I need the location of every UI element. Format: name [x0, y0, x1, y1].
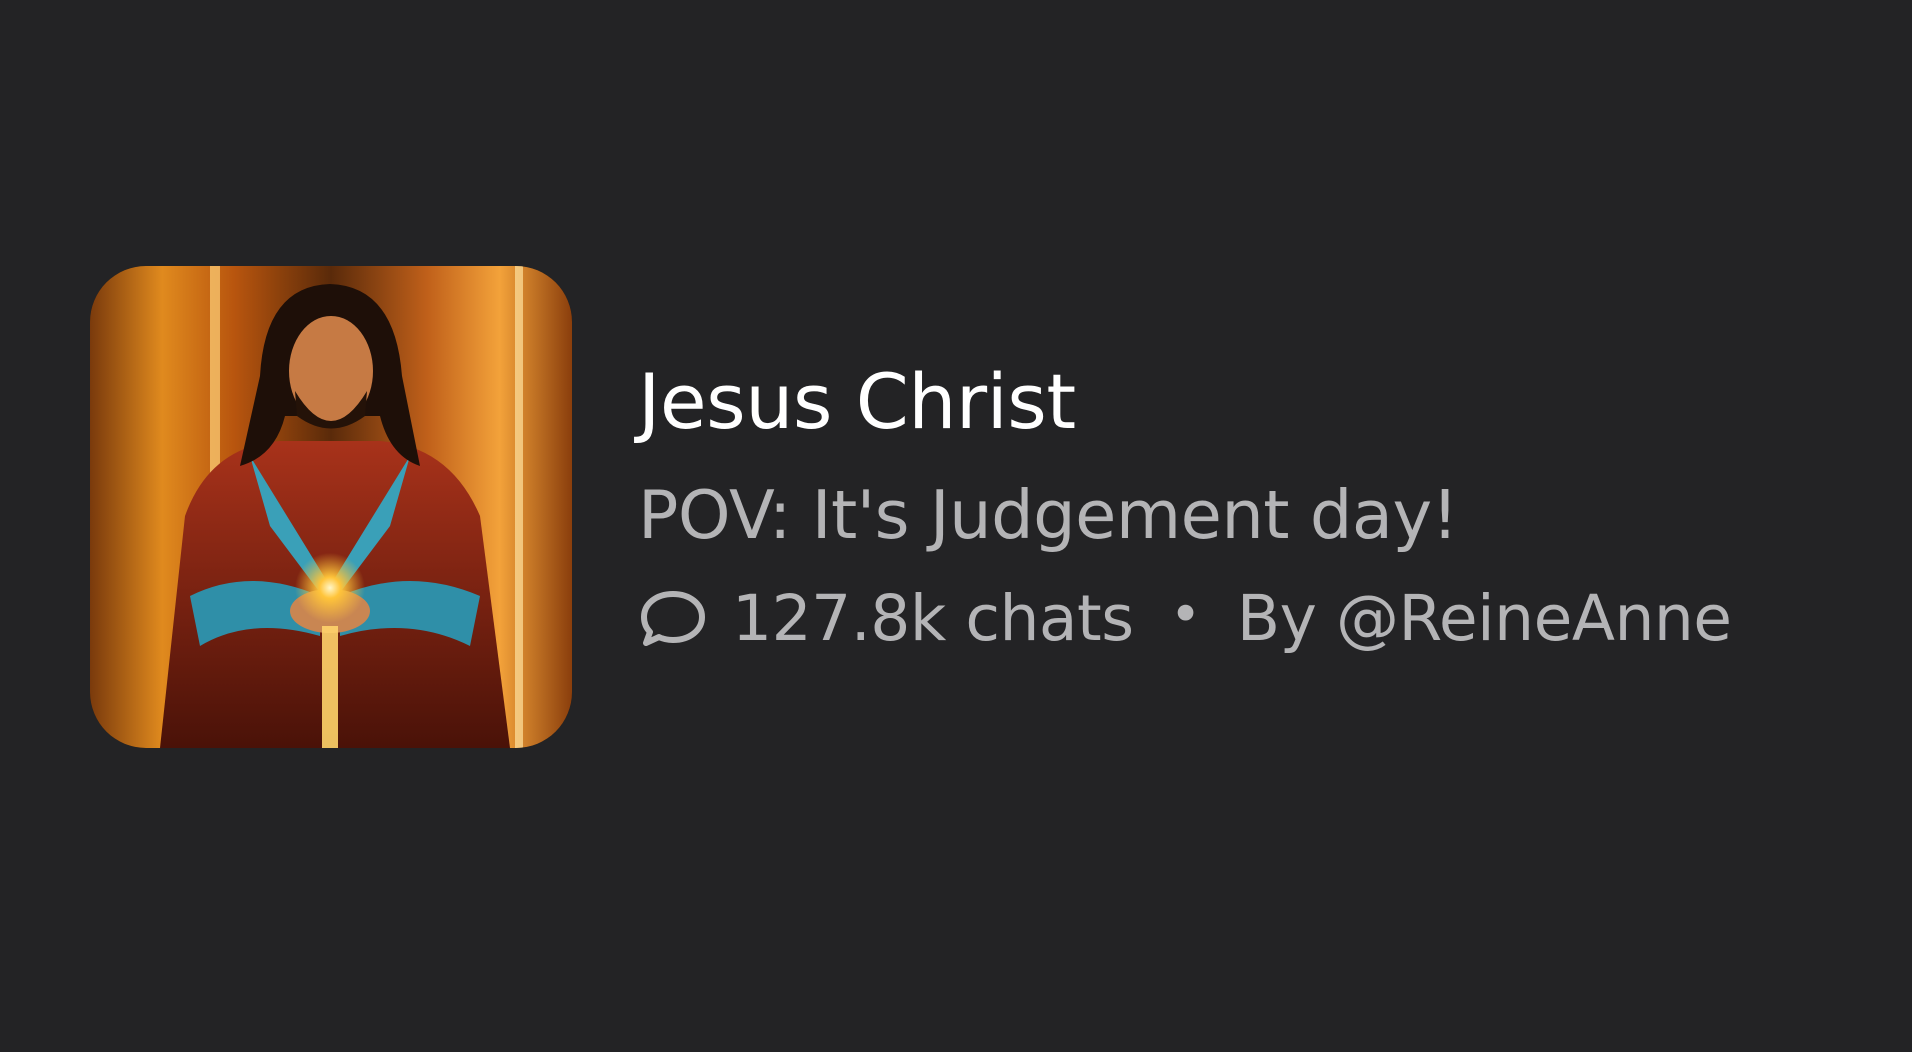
character-meta: 127.8k chats • By @ReineAnne — [638, 587, 1732, 650]
speech-bubble-icon — [638, 588, 708, 650]
character-avatar — [90, 266, 572, 748]
character-card[interactable]: Jesus Christ POV: It's Judgement day! 12… — [90, 266, 1732, 748]
author-link[interactable]: By @ReineAnne — [1237, 587, 1732, 650]
character-tagline: POV: It's Judgement day! — [638, 476, 1458, 554]
character-info: Jesus Christ POV: It's Judgement day! 12… — [638, 357, 1732, 651]
chat-count: 127.8k chats — [732, 582, 1134, 655]
meta-separator: • — [1169, 582, 1202, 646]
character-name: Jesus Christ — [638, 357, 1076, 446]
